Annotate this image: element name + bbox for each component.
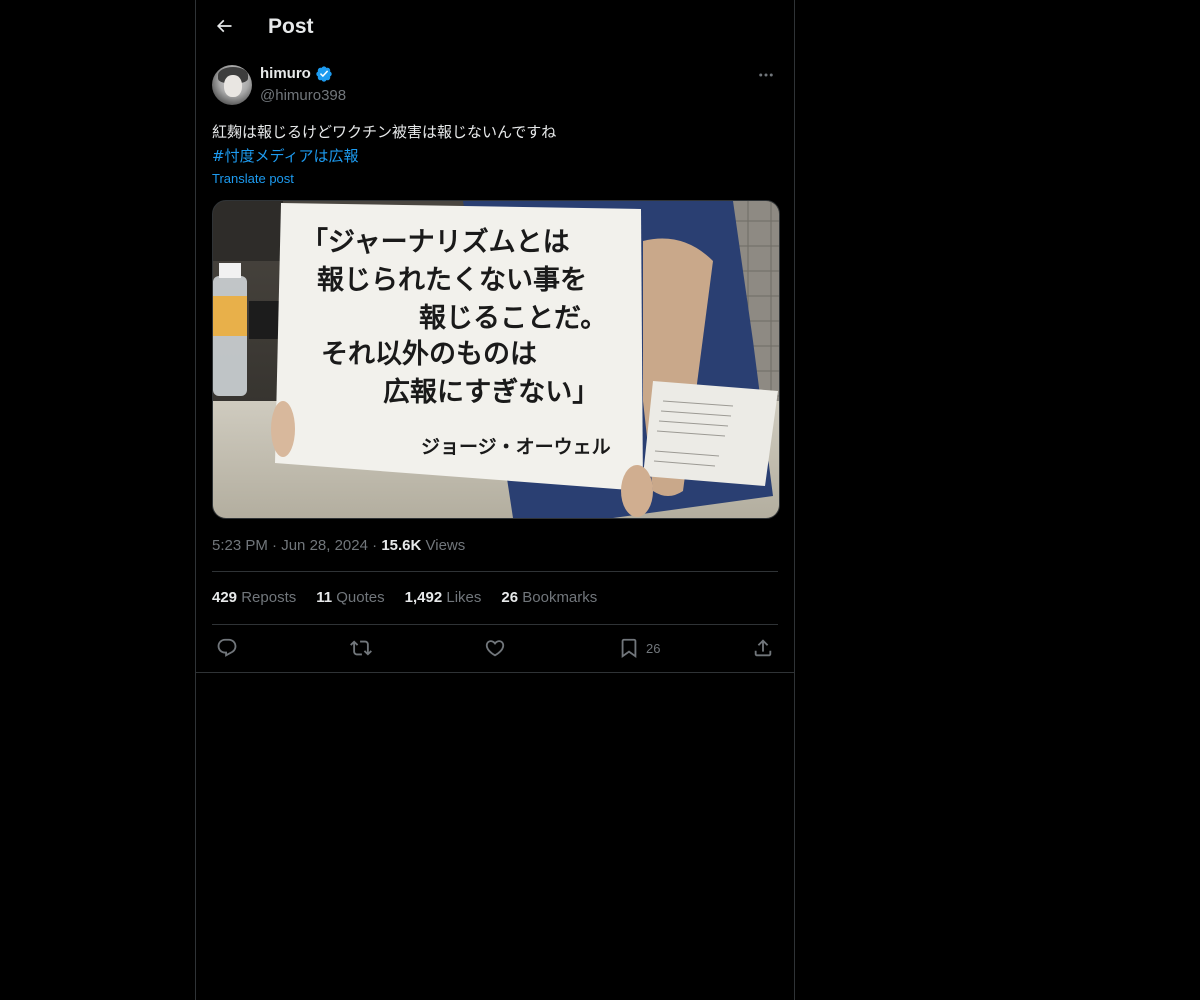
heart-icon — [485, 640, 505, 657]
page-header: Post — [196, 0, 794, 53]
views-label: Views — [425, 537, 466, 554]
sign-attribution: ジョージ・オーウェル — [421, 436, 611, 458]
more-options-button[interactable] — [754, 64, 778, 86]
repost-button[interactable] — [350, 637, 372, 659]
post-article: himuro @himuro398 紅麹は報じるけどワクチン被害は報じないんです… — [212, 64, 780, 659]
bookmark-button[interactable]: 26 — [618, 637, 660, 659]
reply-button[interactable] — [216, 637, 238, 659]
repost-icon — [350, 640, 372, 656]
sign-line-4: それ以外のものは — [321, 339, 537, 370]
post-timestamp-row: 5:23 PM · Jun 28, 2024 · 15.6K Views — [212, 536, 466, 556]
post-stats-row: 429 Reposts 11 Quotes 1,492 Likes 26 Boo… — [212, 588, 597, 608]
hashtag-link[interactable]: #忖度メディアは広報 — [212, 144, 778, 168]
share-icon — [754, 639, 772, 657]
post-actions-bar: 26 — [212, 636, 778, 662]
post-time[interactable]: 5:23 PM — [212, 536, 268, 556]
quotes-stat[interactable]: 11 Quotes — [316, 588, 384, 608]
avatar[interactable] — [212, 65, 252, 105]
like-button[interactable] — [484, 637, 506, 659]
page-title: Post — [268, 15, 314, 38]
reposts-stat[interactable]: 429 Reposts — [212, 588, 296, 608]
media-photo: 「ジャーナリズムとは 報じられたくない事を 報じることだ。 それ以外のものは 広… — [213, 201, 779, 518]
bookmark-count: 26 — [646, 640, 661, 656]
primary-column: Post himuro @himuro398 紅麹は報じるけどワクチン被害は報じ… — [195, 0, 795, 1000]
likes-stat[interactable]: 1,492 Likes — [405, 588, 482, 608]
views-count: 15.6K — [381, 537, 422, 554]
divider — [196, 672, 794, 673]
back-button[interactable] — [212, 14, 236, 38]
sign-line-1: 「ジャーナリズムとは — [301, 226, 570, 258]
bookmarks-stat[interactable]: 26 Bookmarks — [501, 588, 597, 608]
divider — [212, 571, 778, 572]
sign-line-5: 広報にすぎない」 — [383, 376, 599, 408]
arrow-left-icon — [216, 19, 232, 33]
share-button[interactable] — [752, 637, 774, 659]
post-text: 紅麹は報じるけどワクチン被害は報じないんですね #忖度メディアは広報 — [212, 120, 778, 168]
reply-icon — [217, 638, 237, 657]
divider — [212, 624, 778, 625]
post-media-image[interactable]: 「ジャーナリズムとは 報じられたくない事を 報じることだ。 それ以外のものは 広… — [212, 200, 780, 519]
author-handle[interactable]: @himuro398 — [260, 86, 346, 106]
bookmark-icon — [621, 638, 637, 659]
sign-line-3: 報じることだ。 — [419, 303, 607, 334]
sign-line-2: 報じられたくない事を — [317, 265, 587, 296]
more-horizontal-icon — [759, 73, 773, 77]
post-date[interactable]: Jun 28, 2024 — [281, 536, 368, 556]
author-display-name[interactable]: himuro — [260, 64, 311, 84]
post-author-row: himuro @himuro398 — [212, 64, 778, 108]
verified-badge-icon[interactable] — [315, 65, 333, 83]
author-name-line: himuro — [260, 64, 333, 84]
post-body: 紅麹は報じるけどワクチン被害は報じないんですね — [212, 123, 557, 141]
translate-post-link[interactable]: Translate post — [212, 168, 778, 190]
